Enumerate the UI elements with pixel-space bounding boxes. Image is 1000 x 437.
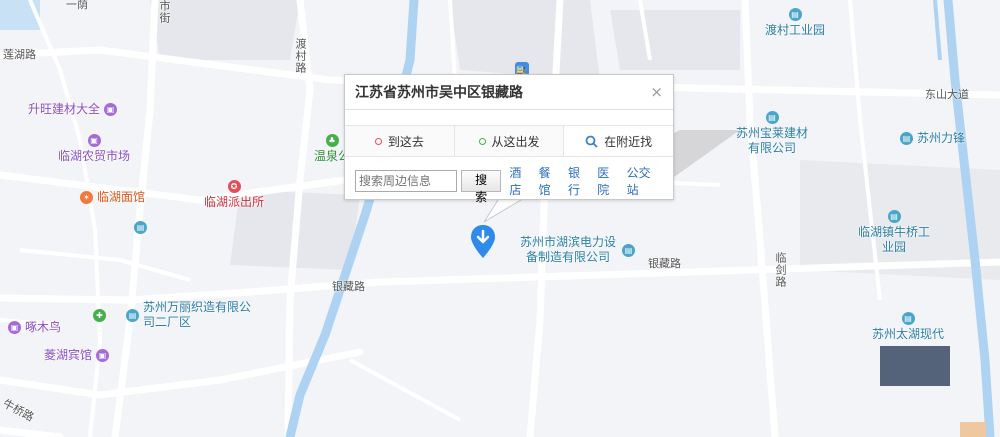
road-label-dongshan: 东山大道 <box>925 88 969 101</box>
close-icon[interactable]: × <box>650 83 663 101</box>
nearby-search-row: 搜索 酒店 餐馆 银行 医院 公交站 <box>345 157 673 205</box>
poi-shengwang[interactable]: 升旺建材大全 ▣ <box>28 102 118 117</box>
building-icon: ▤ <box>126 308 139 322</box>
map-base: 🚉 <box>0 0 1000 437</box>
park-icon: ♣ <box>325 134 339 147</box>
poi-wanli[interactable]: ▤ 苏州万丽织造有限公司二厂区 <box>126 300 251 330</box>
shop-icon: ▣ <box>8 321 21 334</box>
tab-search-nearby-label: 在附近找 <box>604 134 653 149</box>
road-label-lingjian: 临剑路 <box>774 252 787 288</box>
poi-zhuomuniao[interactable]: ▣ 啄木鸟 <box>8 320 61 335</box>
police-icon: ✪ <box>227 180 241 193</box>
road-label-yicun: 一荫 <box>66 0 88 11</box>
building-icon: ▤ <box>887 210 901 223</box>
poi-hubin[interactable]: 苏州市湖滨电力设备制造有限公司 ▤ <box>518 235 635 265</box>
location-popup: 江苏省苏州市吴中区银藏路 × 到这去 从这出发 在附近找 搜索 酒店 <box>344 74 674 204</box>
poi-paichusuo[interactable]: ✪ 临湖派出所 <box>204 180 264 210</box>
quick-link-restaurant[interactable]: 餐馆 <box>539 164 561 198</box>
market-icon: ▣ <box>87 134 101 147</box>
tab-start-from-here[interactable]: 从这出发 <box>454 126 565 156</box>
nearby-search-input[interactable] <box>355 170 457 192</box>
building-icon: ▤ <box>134 221 147 234</box>
map-canvas[interactable]: 🚉 莲湖路 一荫 市街 渡村路 东山大道 银藏路 银藏路 临剑路 牛桥路 升旺建… <box>0 0 1000 437</box>
poi-nongmao[interactable]: ▣ 临湖农贸市场 <box>58 134 130 164</box>
popup-title: 江苏省苏州市吴中区银藏路 <box>345 75 673 110</box>
location-pin-icon[interactable] <box>470 224 496 260</box>
poi-unnamed-teal[interactable]: ▤ <box>134 221 147 234</box>
building-icon: ▤ <box>900 132 913 145</box>
poi-bank[interactable]: ✚ <box>93 309 106 322</box>
road-label-jie: 市街 <box>158 0 171 24</box>
road-label-yincang-right: 银藏路 <box>648 257 681 270</box>
poi-ducun[interactable]: ▤ 渡村工业园 <box>765 8 825 38</box>
road-label-ducunlu: 渡村路 <box>294 38 307 74</box>
tab-go-here-label: 到这去 <box>387 134 424 149</box>
poi-mianguan[interactable]: ✶ 临湖面馆 <box>80 190 145 205</box>
poi-linghu[interactable]: 菱湖宾馆 ▣ <box>44 348 110 363</box>
road-label-yincang-left: 银藏路 <box>332 280 365 293</box>
poi-niuqiao[interactable]: ▤ 临湖镇牛桥工业园 <box>858 210 930 255</box>
quick-link-bus-stop[interactable]: 公交站 <box>627 164 660 198</box>
shop-icon: ▣ <box>104 103 118 116</box>
bank-icon: ✚ <box>93 309 106 322</box>
restaurant-icon: ✶ <box>80 191 93 204</box>
hotel-icon: ▣ <box>96 349 110 362</box>
nearby-search-button[interactable]: 搜索 <box>461 170 502 204</box>
building-icon: ▤ <box>901 312 915 325</box>
green-dot-icon <box>478 137 486 145</box>
building-icon: ▤ <box>788 8 802 21</box>
poi-lifeng[interactable]: ▤ 苏州力锋 <box>900 131 965 146</box>
poi-taihu[interactable]: ▤ 苏州太湖现代 <box>872 312 944 342</box>
building-icon: ▤ <box>765 111 779 124</box>
quick-link-hospital[interactable]: 医院 <box>597 164 619 198</box>
road-label-penghu: 莲湖路 <box>3 48 36 61</box>
red-dot-icon <box>374 137 382 145</box>
tab-search-nearby[interactable]: 在附近找 <box>564 126 674 156</box>
quick-link-bank[interactable]: 银行 <box>568 164 590 198</box>
popup-tabs: 到这去 从这出发 在附近找 <box>345 125 674 157</box>
building-icon: ▤ <box>622 243 635 257</box>
poi-baolai[interactable]: ▤ 苏州宝莱建材有限公司 <box>732 111 812 156</box>
magnifier-icon <box>585 135 598 148</box>
tab-go-here[interactable]: 到这去 <box>345 126 455 156</box>
tab-start-from-here-label: 从这出发 <box>491 134 540 149</box>
quick-link-hotel[interactable]: 酒店 <box>509 164 531 198</box>
